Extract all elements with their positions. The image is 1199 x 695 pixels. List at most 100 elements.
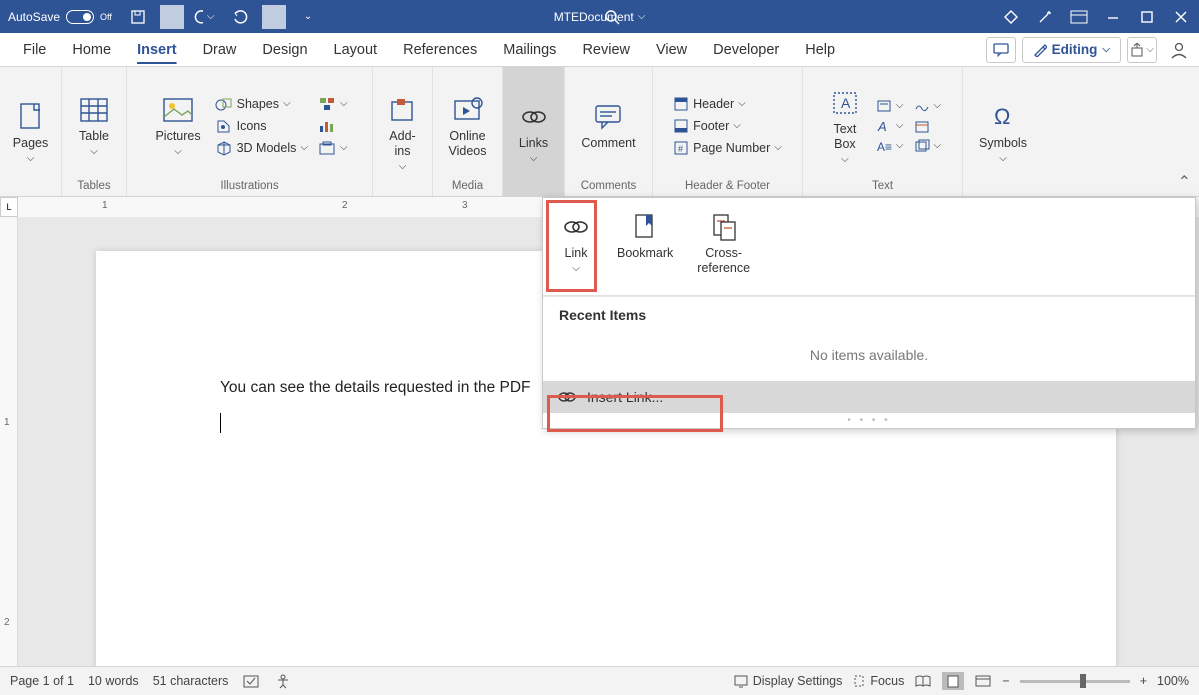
close-icon[interactable] — [1171, 7, 1191, 27]
tab-mailings[interactable]: Mailings — [490, 36, 569, 64]
tab-help[interactable]: Help — [792, 36, 848, 64]
symbols-button[interactable]: ΩSymbols⌵ — [973, 96, 1033, 169]
3d-models-button[interactable]: 3D Models⌵ — [213, 138, 310, 158]
quick-parts-button[interactable]: ⌵ — [874, 97, 906, 115]
tab-file[interactable]: File — [10, 36, 59, 64]
print-layout-icon[interactable] — [942, 672, 964, 690]
signature-line-button[interactable]: ⌵ — [912, 97, 944, 115]
tab-home[interactable]: Home — [59, 36, 124, 64]
models-label: 3D Models — [237, 141, 297, 155]
group-addins: Add- ins⌵ — [373, 67, 433, 196]
comments-button[interactable] — [986, 37, 1016, 63]
addins-label: Add- ins — [389, 129, 415, 159]
tab-developer[interactable]: Developer — [700, 36, 792, 64]
focus-mode-button[interactable]: Focus — [852, 674, 904, 688]
quick-access-toolbar: ⌵ ⌄ — [126, 5, 320, 29]
group-media: Online Videos Media — [433, 67, 503, 196]
wordart-button[interactable]: A⌵ — [874, 117, 906, 135]
text-cursor — [220, 413, 221, 433]
table-label: Table — [79, 129, 109, 144]
shapes-label: Shapes — [237, 97, 279, 111]
vruler-mark: 1 — [4, 417, 10, 428]
group-illustrations: Pictures⌵ Shapes⌵ Icons 3D Models⌵ ⌵ ⌵ I… — [127, 67, 373, 196]
ribbon-display-icon[interactable] — [1069, 7, 1089, 27]
pictures-button[interactable]: Pictures⌵ — [149, 89, 206, 162]
tab-design[interactable]: Design — [249, 36, 320, 64]
insert-link-label: Insert Link... — [587, 389, 663, 405]
maximize-icon[interactable] — [1137, 7, 1157, 27]
tab-view[interactable]: View — [643, 36, 700, 64]
group-comments: Comment Comments — [565, 67, 653, 196]
save-icon[interactable] — [126, 5, 150, 29]
tab-layout[interactable]: Layout — [321, 36, 391, 64]
web-layout-icon[interactable] — [974, 674, 992, 688]
redo-icon[interactable] — [228, 5, 252, 29]
pagenum-label: Page Number — [693, 141, 770, 155]
share-button[interactable]: ⌵ — [1127, 37, 1157, 63]
table-button[interactable]: Table⌵ — [71, 89, 117, 162]
page-number-button[interactable]: #Page Number⌵ — [671, 138, 784, 158]
textbox-label: Text Box — [833, 122, 856, 152]
addins-button[interactable]: Add- ins⌵ — [380, 89, 426, 177]
ruler-corner[interactable]: L — [0, 197, 18, 217]
online-videos-button[interactable]: Online Videos — [443, 89, 493, 163]
text-box-button[interactable]: AText Box⌵ — [822, 82, 868, 170]
tab-insert[interactable]: Insert — [124, 36, 190, 64]
icons-button[interactable]: Icons — [213, 116, 310, 136]
document-title[interactable]: MTEDocument ⌵ — [554, 10, 646, 24]
zoom-in-icon[interactable]: + — [1140, 674, 1147, 688]
smartart-button[interactable]: ⌵ — [316, 94, 350, 114]
vertical-ruler[interactable]: 1 2 — [0, 217, 18, 666]
accessibility-icon[interactable] — [274, 673, 292, 689]
group-label-illustrations: Illustrations — [220, 180, 278, 194]
char-count-label[interactable]: 51 characters — [153, 674, 229, 688]
zoom-slider[interactable] — [1020, 680, 1130, 683]
group-symbols: ΩSymbols⌵ — [963, 67, 1043, 196]
tab-references[interactable]: References — [390, 36, 490, 64]
status-bar: Page 1 of 1 10 words 51 characters Displ… — [0, 666, 1199, 695]
header-button[interactable]: Header⌵ — [671, 94, 748, 114]
collapse-ribbon-icon[interactable]: ⌃ — [1178, 172, 1191, 192]
shapes-button[interactable]: Shapes⌵ — [213, 94, 310, 114]
focus-label: Focus — [870, 674, 904, 688]
screenshot-button[interactable]: ⌵ — [316, 138, 350, 158]
vruler-mark: 2 — [4, 617, 10, 628]
display-settings-button[interactable]: Display Settings — [733, 674, 843, 688]
insert-link-menu-item[interactable]: Insert Link... — [543, 381, 1195, 413]
popup-grip[interactable]: • • • • — [543, 413, 1195, 428]
tab-draw[interactable]: Draw — [190, 36, 250, 64]
group-header-footer: Header⌵ Footer⌵ #Page Number⌵ Header & F… — [653, 67, 803, 196]
spelling-icon[interactable] — [242, 673, 260, 689]
diamond-icon[interactable] — [1001, 7, 1021, 27]
date-time-button[interactable] — [912, 117, 944, 135]
pages-button[interactable]: Pages⌵ — [7, 96, 54, 169]
zoom-level-label[interactable]: 100% — [1157, 674, 1189, 688]
page-count-label[interactable]: Page 1 of 1 — [10, 674, 74, 688]
minimize-icon[interactable] — [1103, 7, 1123, 27]
toggle-off-icon[interactable] — [66, 10, 94, 24]
autosave-toggle[interactable]: AutoSave Off — [8, 10, 112, 24]
popup-buttons-row: Link⌵ Bookmark Cross- reference — [543, 198, 1195, 296]
cross-reference-button[interactable]: Cross- reference — [691, 206, 756, 287]
wand-icon[interactable] — [1035, 7, 1055, 27]
chart-button[interactable] — [316, 116, 350, 136]
crossref-label: Cross- reference — [697, 246, 750, 276]
undo-icon[interactable]: ⌵ — [194, 5, 218, 29]
drop-cap-button[interactable]: A≡⌵ — [874, 137, 906, 155]
editing-mode-button[interactable]: Editing⌵ — [1022, 37, 1121, 63]
zoom-out-icon[interactable]: − — [1002, 674, 1009, 688]
read-mode-icon[interactable] — [914, 674, 932, 688]
footer-button[interactable]: Footer⌵ — [671, 116, 743, 136]
links-button[interactable]: Links⌵ — [511, 96, 557, 169]
object-button[interactable]: ⌵ — [912, 137, 944, 155]
bookmark-button[interactable]: Bookmark — [611, 206, 679, 287]
tab-review[interactable]: Review — [569, 36, 643, 64]
document-text[interactable]: You can see the details requested in the… — [220, 379, 531, 397]
account-icon[interactable] — [1169, 40, 1189, 60]
link-button[interactable]: Link⌵ — [553, 206, 599, 287]
separator — [160, 5, 184, 29]
customize-qat-icon[interactable]: ⌄ — [296, 5, 320, 29]
search-icon[interactable] — [604, 9, 620, 25]
comment-button[interactable]: Comment — [575, 96, 641, 155]
word-count-label[interactable]: 10 words — [88, 674, 139, 688]
